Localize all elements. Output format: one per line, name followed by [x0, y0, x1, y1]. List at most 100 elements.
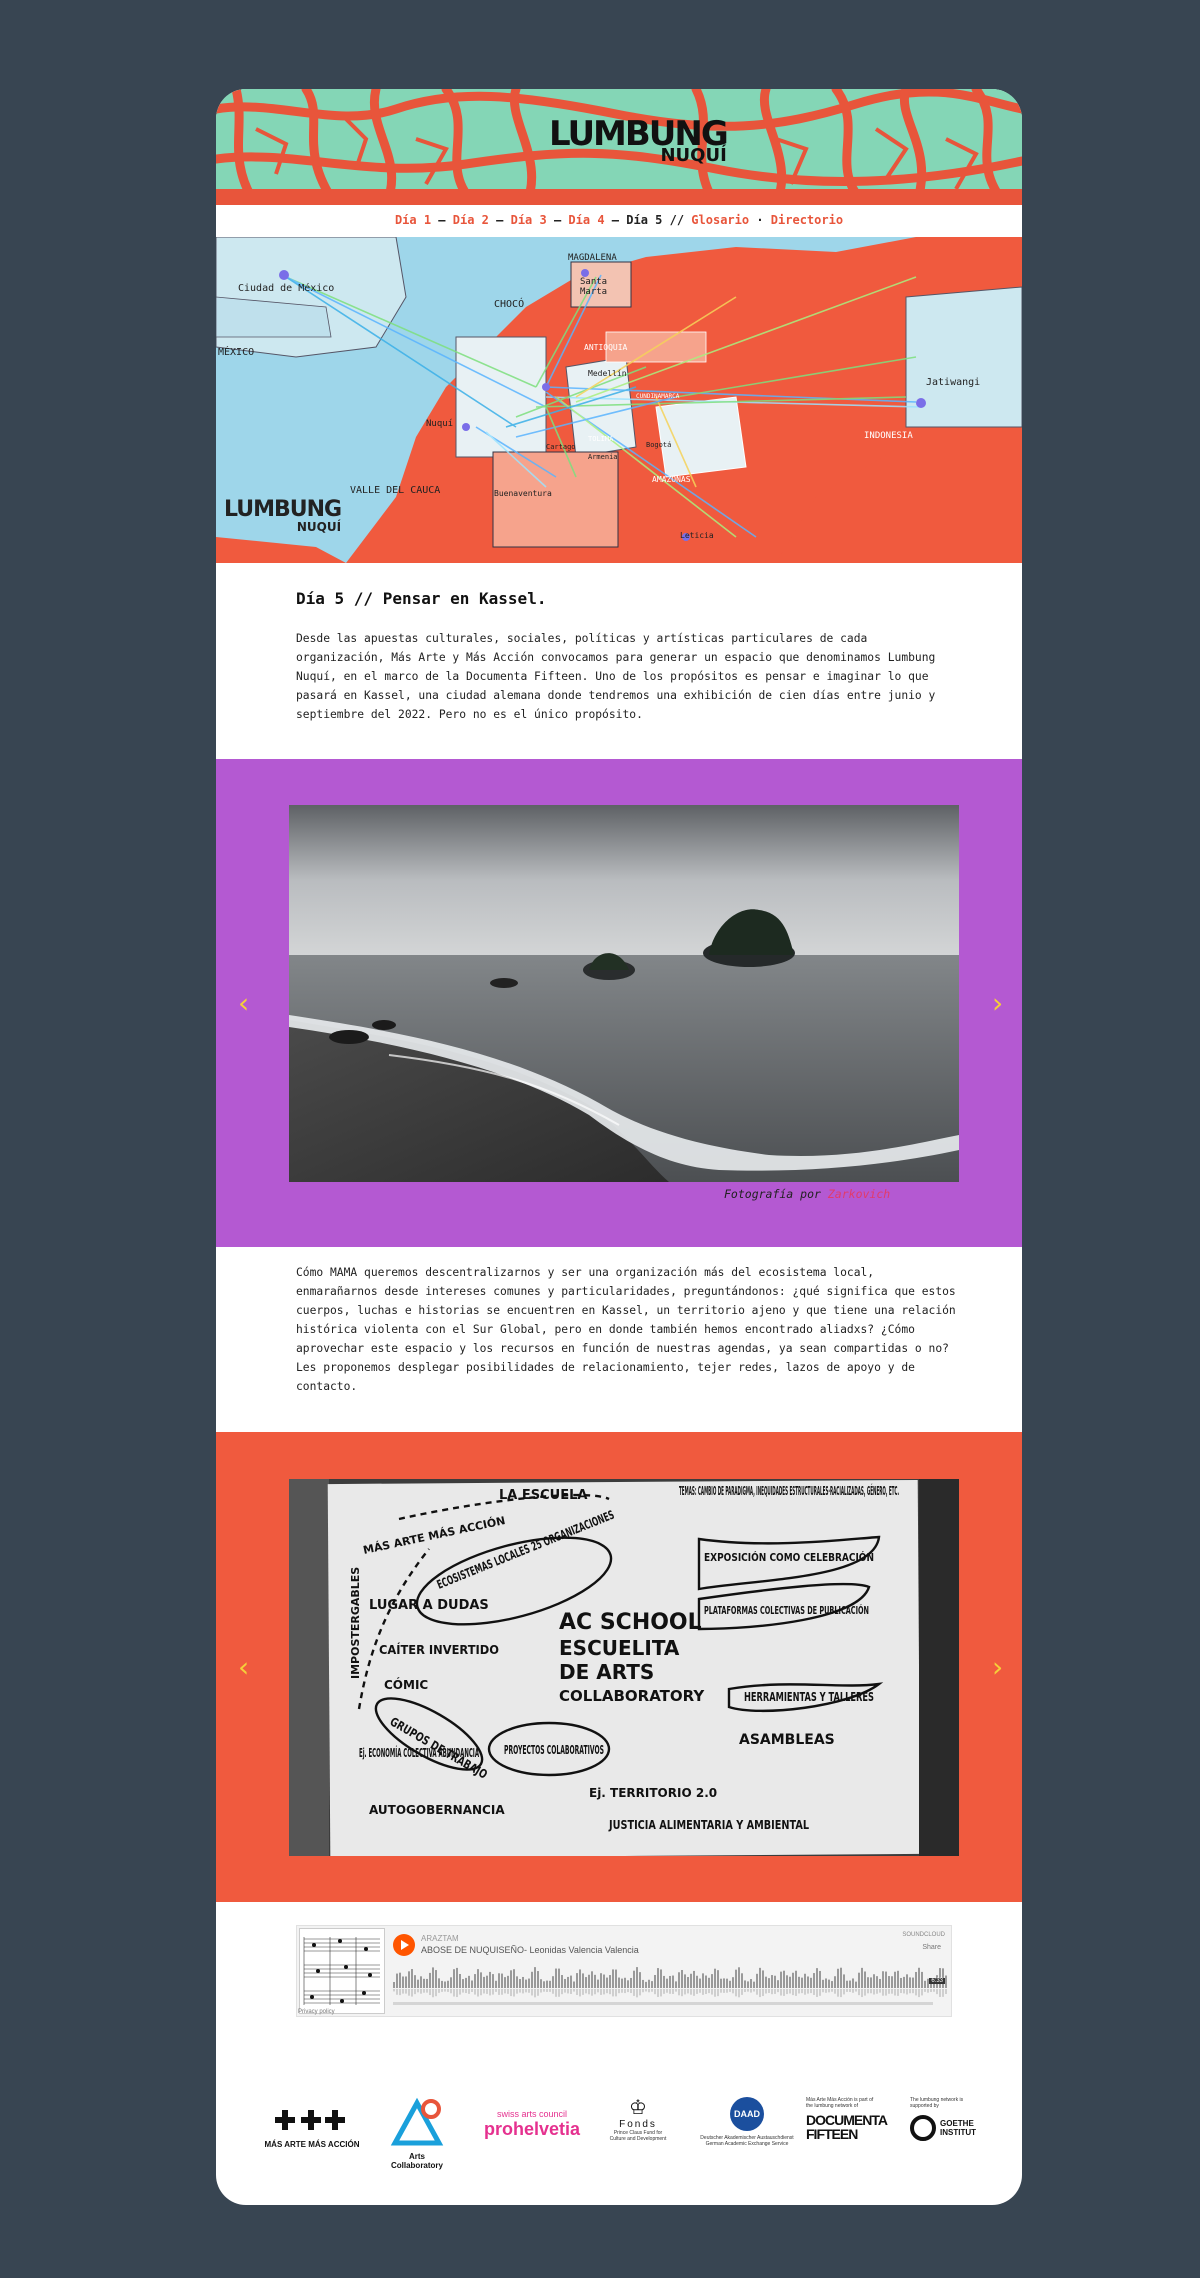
waveform-reflection: [486, 1989, 488, 1994]
waveform-reflection: [771, 1989, 773, 1995]
prince-claus-fund-logo[interactable]: ♔ Fonds Prince Claus Fund for Culture an…: [606, 2097, 670, 2142]
waveform-reflection: [876, 1989, 878, 1994]
nav-glosario[interactable]: Glosario: [691, 213, 749, 227]
waveform-reflection: [396, 1989, 398, 1995]
map-label-antioquia: ANTIOQUIA: [584, 343, 628, 352]
waveform-bar: [882, 1971, 884, 1988]
documenta-fifteen-logo[interactable]: Más Arte Más Acción is part of the lumbu…: [806, 2097, 906, 2141]
map-label-magdalena: MAGDALENA: [568, 253, 617, 263]
waveform-bar: [741, 1973, 743, 1988]
sketch-carousel: ‹ LA ESCUELA TEMAS: CAMBIO DE PARADIGMA,…: [216, 1432, 1022, 1902]
waveform-reflection: [609, 1989, 611, 1995]
privacy-policy-link[interactable]: Privacy policy: [298, 2009, 335, 2015]
waveform-bar: [465, 1977, 467, 1988]
soundcloud-logo[interactable]: SOUNDCLOUD: [902, 1932, 945, 1938]
waveform-reflection: [846, 1989, 848, 1992]
waveform-reflection: [483, 1989, 485, 1994]
map-logo-line1: LUMBUNG: [224, 497, 342, 522]
waveform-reflection: [564, 1989, 566, 1993]
waveform-bar: [459, 1974, 461, 1988]
waveform-reflection: [900, 1989, 902, 1994]
sketch-caiter: CAÍTER INVERTIDO: [379, 1642, 499, 1657]
track-title[interactable]: ABOSE DE NUQUISEÑO- Leonidas Valencia Va…: [421, 1945, 639, 1955]
waveform-reflection: [501, 1989, 503, 1995]
waveform-reflection: [630, 1989, 632, 1994]
waveform-bar: [480, 1972, 482, 1988]
waveform-reflection: [441, 1989, 443, 1992]
waveform-bar: [453, 1969, 455, 1988]
waveform-reflection: [675, 1989, 677, 1992]
site-logo[interactable]: LUMBUNG NUQUÍ: [549, 117, 729, 165]
waveform-bar: [603, 1974, 605, 1988]
carousel-prev-button[interactable]: ‹: [238, 987, 249, 1020]
waveform-bar: [786, 1975, 788, 1988]
waveform-bar: [540, 1979, 542, 1988]
track-user[interactable]: ARAZTAM: [421, 1934, 459, 1943]
waveform-bar: [462, 1979, 464, 1988]
waveform-reflection: [669, 1989, 671, 1994]
waveform-bar: [714, 1968, 716, 1988]
waveform-reflection: [852, 1989, 854, 1993]
waveform-reflection: [864, 1989, 866, 1996]
waveform-reflection: [429, 1989, 431, 1996]
nav-dia-2[interactable]: Día 2: [453, 213, 489, 227]
page-card: LUMBUNG NUQUÍ Día 1 — Día 2 — Día 3 — Dí…: [216, 89, 1022, 2205]
map-label-ciudad: Ciudad de México: [238, 283, 335, 294]
waveform-reflection: [393, 1989, 395, 1992]
arts-collaboratory-logo[interactable]: Arts Collaboratory: [382, 2097, 452, 2170]
waveform-reflection: [420, 1989, 422, 1994]
nav-dia-4[interactable]: Día 4: [568, 213, 604, 227]
nav-dia-3[interactable]: Día 3: [511, 213, 547, 227]
waveform-reflection: [570, 1989, 572, 1994]
prohelvetia-logo[interactable]: swiss arts council prohelvetia: [472, 2109, 592, 2140]
carousel2-prev-button[interactable]: ‹: [238, 1651, 249, 1684]
nav-dia-1[interactable]: Día 1: [395, 213, 431, 227]
waveform-reflection: [489, 1989, 491, 1996]
waveform-reflection: [423, 1989, 425, 1993]
fonds-text: Fonds: [619, 2119, 657, 2130]
waveform-bar: [444, 1981, 446, 1988]
waveform-reflection: [714, 1989, 716, 1997]
waveform-reflection: [510, 1989, 512, 1997]
nav-directorio[interactable]: Directorio: [771, 213, 843, 227]
waveform-reflection: [843, 1989, 845, 1995]
play-button[interactable]: [393, 1934, 415, 1956]
waveform-reflection: [681, 1989, 683, 1997]
waveform-reflection: [894, 1989, 896, 1996]
waveform-reflection: [918, 1989, 920, 1998]
carousel2-next-button[interactable]: ›: [992, 1651, 1003, 1684]
goethe-institut-logo[interactable]: The lumbung network is supported by GOET…: [910, 2097, 986, 2145]
waveform-reflection: [639, 1989, 641, 1996]
waveform-bar: [906, 1974, 908, 1988]
waveform-reflection: [909, 1989, 911, 1994]
map-label-medellin: Medellín: [588, 369, 627, 378]
waveform[interactable]: [393, 1966, 949, 2000]
comments-bar[interactable]: [393, 2002, 933, 2005]
track-artwork[interactable]: [299, 1928, 385, 2014]
prohelvetia-sub: swiss arts council: [496, 2109, 568, 2119]
waveform-reflection: [522, 1989, 524, 1994]
daad-logo[interactable]: DAAD Deutscher Akademischer Austauschdie…: [692, 2097, 802, 2147]
waveform-reflection: [786, 1989, 788, 1995]
carousel-next-button[interactable]: ›: [992, 987, 1003, 1020]
waveform-reflection: [867, 1989, 869, 1994]
waveform-reflection: [768, 1989, 770, 1993]
waveform-bar: [870, 1977, 872, 1988]
share-button[interactable]: Share: [922, 1944, 941, 1951]
waveform-reflection: [438, 1989, 440, 1993]
nav-dot: ·: [756, 213, 764, 227]
waveform-bar: [711, 1974, 713, 1988]
waveform-bar: [852, 1978, 854, 1988]
waveform-bar: [660, 1969, 662, 1988]
waveform-reflection: [558, 1989, 560, 1997]
waveform-bar: [633, 1970, 635, 1988]
waveform-reflection: [708, 1989, 710, 1994]
mama-logo[interactable]: MÁS ARTE MÁS ACCIÓN: [262, 2107, 362, 2149]
waveform-bar: [699, 1978, 701, 1988]
waveform-reflection: [462, 1989, 464, 1993]
waveform-bar: [624, 1977, 626, 1988]
waveform-bar: [450, 1977, 452, 1988]
waveform-reflection: [633, 1989, 635, 1996]
waveform-bar: [468, 1975, 470, 1988]
photo-credit-name[interactable]: Zarkovich: [828, 1187, 890, 1201]
